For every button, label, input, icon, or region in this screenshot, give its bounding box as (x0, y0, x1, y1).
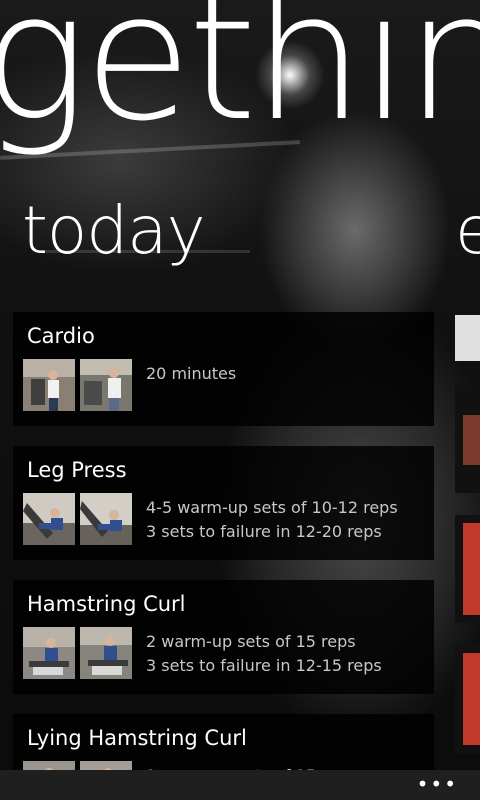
exercise-description-line: 3 sets to failure in 12-15 reps (146, 656, 382, 675)
exercise-thumbnail (80, 359, 132, 411)
next-section-tile-image (463, 653, 480, 745)
exercise-description: 4-5 warm-up sets of 10-12 reps 3 sets to… (146, 496, 398, 544)
exercise-description-line: 4-5 warm-up sets of 10-12 reps (146, 498, 398, 517)
exercise-description: 2 warm-up sets of 15 reps 3 sets to fail… (146, 630, 382, 678)
exercise-thumbnail (80, 627, 132, 679)
exercise-thumbnail (23, 359, 75, 411)
exercise-thumbnail (23, 493, 75, 545)
exercise-description: 20 minutes (146, 362, 236, 386)
exercise-title: Leg Press (27, 458, 127, 482)
app-screen: gethin's today e Cardio 20 minutes Leg P… (0, 0, 480, 800)
next-section-tile[interactable] (455, 515, 480, 623)
exercise-description-line: 20 minutes (146, 364, 237, 383)
pivot-header-today[interactable]: today (22, 198, 206, 264)
panorama-title: gethin's (0, 0, 480, 160)
exercise-card[interactable]: Cardio 20 minutes (13, 312, 434, 426)
next-section-tile[interactable] (455, 645, 480, 753)
exercise-description-line: 2 warm-up sets of 15 reps (146, 632, 356, 651)
next-section-tile-image (463, 523, 480, 615)
exercise-title: Cardio (27, 324, 95, 348)
more-button[interactable]: ••• (417, 774, 458, 794)
next-section-tile[interactable] (455, 315, 480, 361)
exercise-thumbnail (23, 627, 75, 679)
next-section-tile[interactable] (455, 385, 480, 493)
exercise-thumbnail (80, 493, 132, 545)
next-section-tile-image (463, 415, 480, 465)
exercise-description-line: 3 sets to failure in 12-20 reps (146, 522, 382, 541)
app-bar: ••• (0, 770, 480, 800)
exercise-card[interactable]: Hamstring Curl 2 warm-up sets of 15 reps… (13, 580, 434, 694)
exercise-title: Hamstring Curl (27, 592, 186, 616)
exercise-card[interactable]: Leg Press 4-5 warm-up sets of 10-12 reps… (13, 446, 434, 560)
pivot-header-next[interactable]: e (455, 198, 480, 264)
exercise-title: Lying Hamstring Curl (27, 726, 247, 750)
